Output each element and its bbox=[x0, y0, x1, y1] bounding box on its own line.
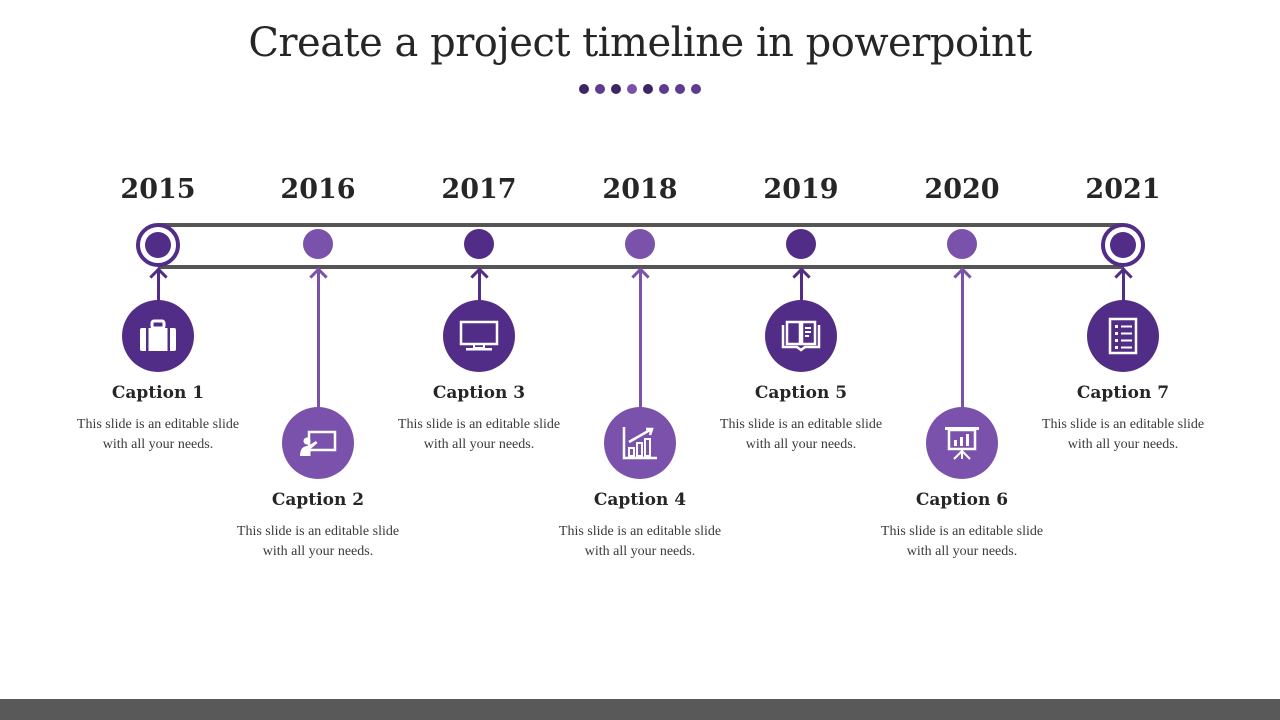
caption-block: Caption 2 This slide is an editable slide… bbox=[233, 490, 403, 562]
briefcase-icon bbox=[138, 319, 178, 353]
slide-title: Create a project timeline in powerpoint bbox=[248, 20, 1032, 66]
caption-title: Caption 6 bbox=[915, 490, 1009, 510]
caption-text: This slide is an editable slide with all… bbox=[236, 524, 400, 559]
arrow-up-icon bbox=[631, 267, 650, 286]
node-inner bbox=[145, 232, 171, 258]
timeline-node[interactable] bbox=[303, 229, 333, 259]
presentation-teacher-icon bbox=[298, 426, 338, 460]
arrow-up-icon bbox=[1114, 267, 1133, 286]
arrow-up-icon bbox=[470, 267, 489, 286]
timeline-node[interactable] bbox=[464, 229, 494, 259]
icon-badge bbox=[443, 300, 515, 372]
timeline-node[interactable] bbox=[1101, 223, 1145, 267]
year-label: 2019 bbox=[763, 174, 839, 205]
caption-title: Caption 2 bbox=[271, 490, 365, 510]
caption-block: Caption 6 This slide is an editable slide… bbox=[877, 490, 1047, 562]
connector-line bbox=[317, 270, 320, 409]
dot bbox=[691, 84, 701, 94]
open-book-icon bbox=[780, 319, 822, 353]
timeline-node[interactable] bbox=[136, 223, 180, 267]
caption-block: Caption 1 This slide is an editable slide… bbox=[73, 383, 243, 455]
projector-chart-icon bbox=[942, 424, 982, 462]
caption-block: Caption 5 This slide is an editable slide… bbox=[716, 383, 886, 455]
icon-badge bbox=[765, 300, 837, 372]
icon-badge bbox=[282, 407, 354, 479]
caption-text: This slide is an editable slide with all… bbox=[1041, 417, 1205, 452]
dot bbox=[595, 84, 605, 94]
caption-title: Caption 7 bbox=[1076, 383, 1170, 403]
year-label: 2021 bbox=[1085, 174, 1161, 205]
caption-title: Caption 1 bbox=[111, 383, 205, 403]
caption-block: Caption 7 This slide is an editable slide… bbox=[1038, 383, 1208, 455]
dot bbox=[611, 84, 621, 94]
dot bbox=[643, 84, 653, 94]
checklist-icon bbox=[1106, 317, 1140, 355]
icon-badge bbox=[926, 407, 998, 479]
caption-text: This slide is an editable slide with all… bbox=[558, 524, 722, 559]
caption-text: This slide is an editable slide with all… bbox=[397, 417, 561, 452]
dot bbox=[675, 84, 685, 94]
dot bbox=[579, 84, 589, 94]
caption-block: Caption 4 This slide is an editable slide… bbox=[555, 490, 725, 562]
caption-text: This slide is an editable slide with all… bbox=[76, 417, 240, 452]
node-inner bbox=[1110, 232, 1136, 258]
caption-text: This slide is an editable slide with all… bbox=[880, 524, 1044, 559]
year-label: 2018 bbox=[602, 174, 678, 205]
caption-block: Caption 3 This slide is an editable slide… bbox=[394, 383, 564, 455]
dot bbox=[627, 84, 637, 94]
caption-title: Caption 3 bbox=[432, 383, 526, 403]
caption-text: This slide is an editable slide with all… bbox=[719, 417, 883, 452]
timeline-node[interactable] bbox=[625, 229, 655, 259]
monitor-icon bbox=[458, 319, 500, 353]
caption-title: Caption 5 bbox=[754, 383, 848, 403]
arrow-up-icon bbox=[309, 267, 328, 286]
year-label: 2015 bbox=[120, 174, 196, 205]
decorative-dots bbox=[0, 84, 1280, 94]
footer-bar bbox=[0, 699, 1280, 720]
year-label: 2016 bbox=[280, 174, 356, 205]
arrow-up-icon bbox=[149, 267, 168, 286]
arrow-up-icon bbox=[953, 267, 972, 286]
year-label: 2017 bbox=[441, 174, 517, 205]
timeline-node[interactable] bbox=[947, 229, 977, 259]
connector-line bbox=[961, 270, 964, 409]
icon-badge bbox=[1087, 300, 1159, 372]
arrow-up-icon bbox=[792, 267, 811, 286]
year-label: 2020 bbox=[924, 174, 1000, 205]
caption-title: Caption 4 bbox=[593, 490, 687, 510]
icon-badge bbox=[604, 407, 676, 479]
growth-chart-icon bbox=[620, 424, 660, 462]
icon-badge bbox=[122, 300, 194, 372]
dot bbox=[659, 84, 669, 94]
timeline-node[interactable] bbox=[786, 229, 816, 259]
connector-line bbox=[639, 270, 642, 409]
